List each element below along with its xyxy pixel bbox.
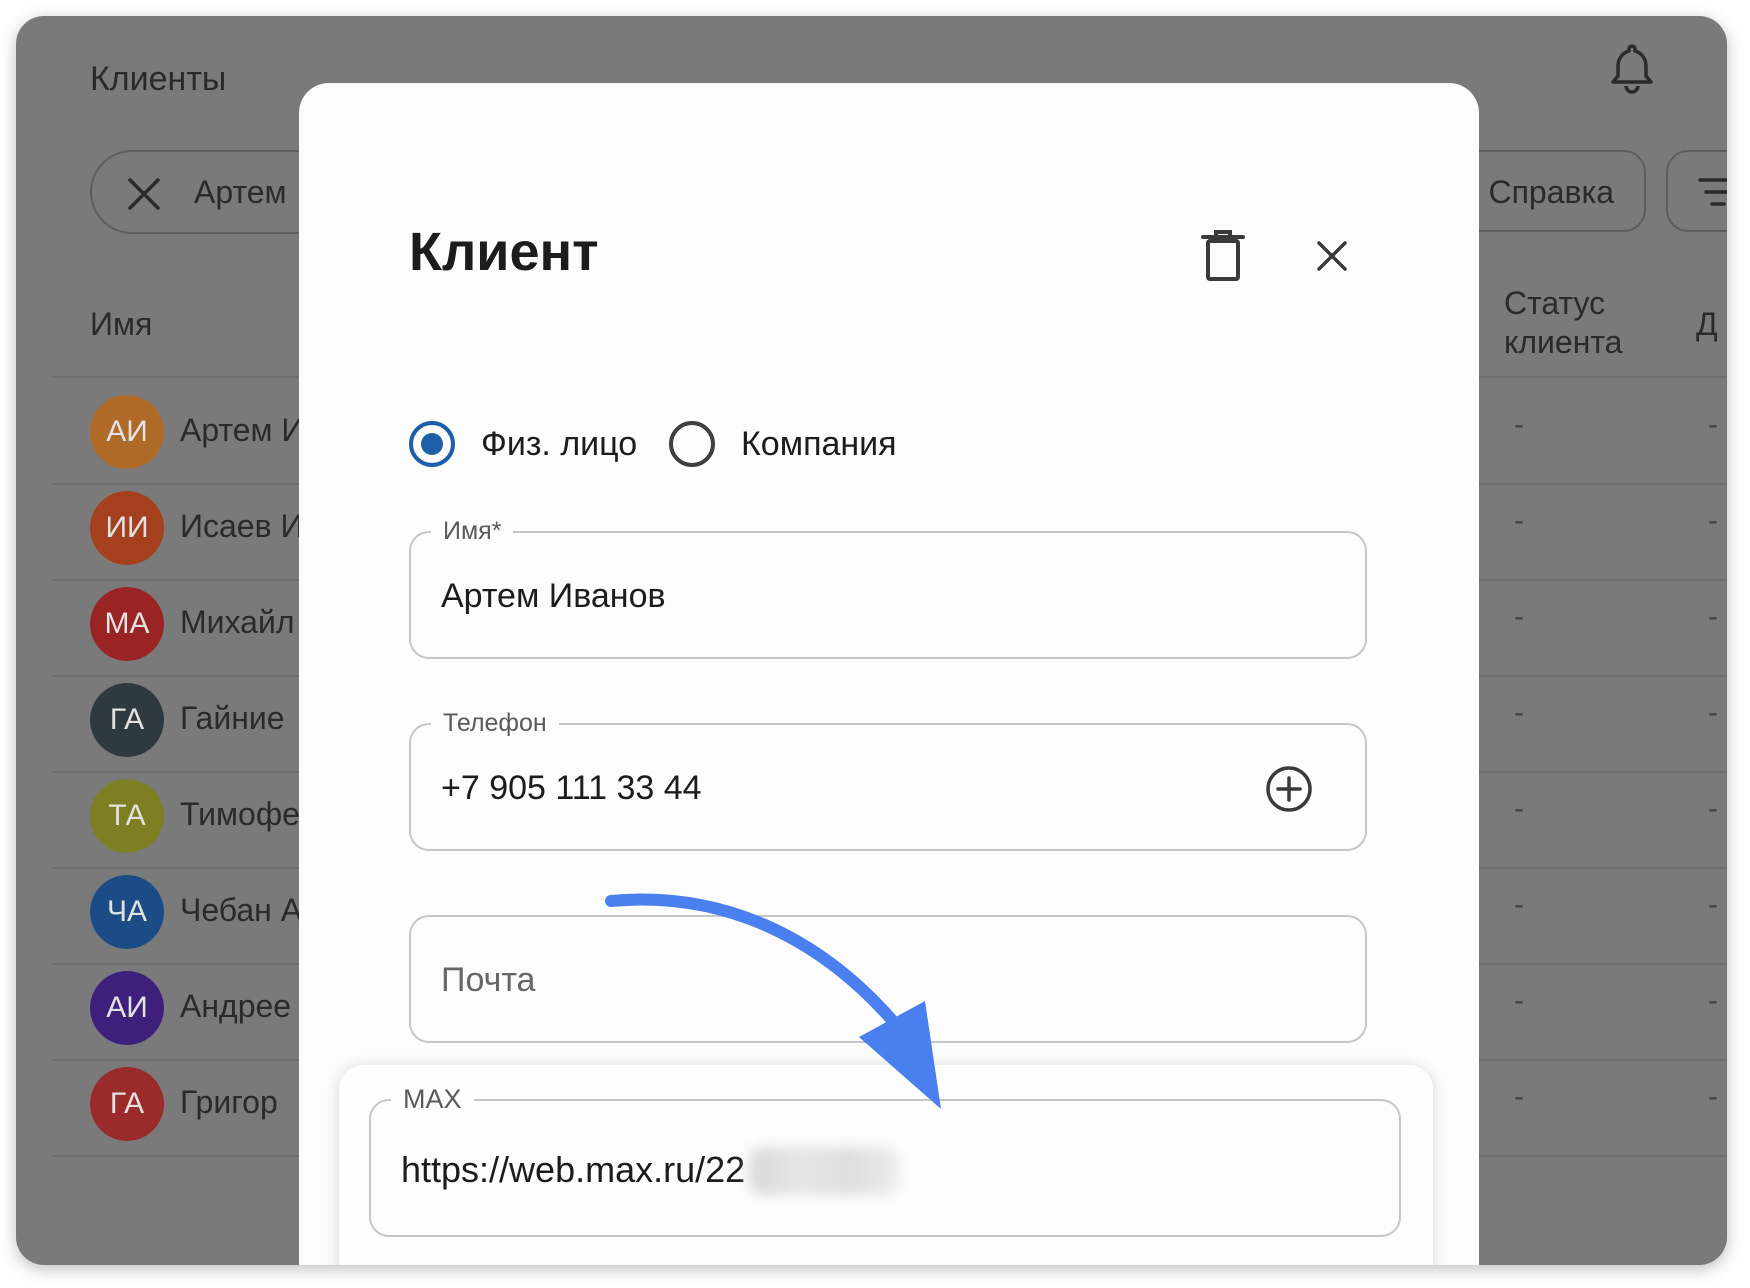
client-extra: - — [1708, 696, 1718, 729]
column-header-extra[interactable]: Д — [1696, 306, 1718, 343]
client-extra: - — [1708, 600, 1718, 633]
phone-field-value: +7 905 111 33 44 — [441, 769, 702, 807]
redacted-blur — [749, 1147, 899, 1195]
avatar: ИИ — [90, 491, 164, 565]
search-value: Артем — [194, 174, 287, 210]
client-extra: - — [1708, 504, 1718, 537]
client-status: - — [1514, 504, 1524, 537]
radio-person-label: Физ. лицо — [481, 425, 638, 463]
avatar: ГА — [90, 1067, 164, 1141]
client-extra: - — [1708, 792, 1718, 825]
close-icon[interactable] — [1311, 235, 1353, 277]
client-extra: - — [1708, 888, 1718, 921]
email-field-placeholder: Почта — [441, 961, 536, 999]
client-status: - — [1514, 792, 1524, 825]
trash-icon[interactable] — [1199, 229, 1247, 283]
clear-search-icon[interactable] — [126, 176, 162, 212]
filter-icon — [1698, 178, 1727, 206]
client-name: Гайние — [180, 700, 285, 736]
client-status: - — [1514, 696, 1524, 729]
avatar: ГА — [90, 683, 164, 757]
avatar: АИ — [90, 395, 164, 469]
bell-icon[interactable] — [1604, 40, 1660, 96]
radio-company-label: Компания — [741, 425, 897, 463]
client-status: - — [1514, 600, 1524, 633]
client-status: - — [1514, 408, 1524, 441]
phone-field[interactable]: Телефон +7 905 111 33 44 — [409, 709, 1367, 851]
client-modal: Клиент Физ. лицо Компания Имя* Артем Ива… — [299, 83, 1479, 1265]
client-status: - — [1514, 984, 1524, 1017]
client-extra: - — [1708, 1080, 1718, 1113]
client-name: Тимофе — [180, 796, 300, 832]
radio-person-control[interactable] — [409, 421, 455, 467]
arrow-annotation — [605, 893, 941, 1109]
client-status: - — [1514, 1080, 1524, 1113]
modal-title: Клиент — [409, 222, 599, 282]
avatar: АИ — [90, 971, 164, 1045]
max-field-value: https://web.max.ru/22 — [401, 1149, 746, 1190]
plus-circle-icon[interactable] — [1265, 765, 1313, 813]
app-window: Клиенты Артем Справка Имя Статус клиента… — [16, 16, 1727, 1265]
client-status: - — [1514, 888, 1524, 921]
name-field-value: Артем Иванов — [441, 577, 666, 615]
page-title: Клиенты — [90, 60, 227, 98]
avatar: ЧА — [90, 875, 164, 949]
client-name: Исаев И — [180, 508, 304, 544]
client-name: Григор — [180, 1084, 278, 1120]
client-name: Михайл — [180, 604, 295, 640]
avatar: МА — [90, 587, 164, 661]
name-field-label: Имя* — [431, 517, 514, 545]
client-name: Андрее — [180, 988, 292, 1024]
radio-company-control[interactable] — [669, 421, 715, 467]
avatar: ТА — [90, 779, 164, 853]
phone-field-label: Телефон — [431, 709, 559, 737]
client-name: Чебан А — [180, 892, 303, 928]
client-extra: - — [1708, 984, 1718, 1017]
name-field[interactable]: Имя* Артем Иванов — [409, 517, 1367, 659]
client-extra: - — [1708, 408, 1718, 441]
max-field-label: MAX — [391, 1085, 474, 1113]
column-header-name[interactable]: Имя — [90, 306, 152, 343]
client-name: Артем И — [180, 412, 305, 448]
column-header-status[interactable]: Статус клиента — [1504, 284, 1664, 362]
filter-button[interactable] — [1666, 150, 1727, 232]
